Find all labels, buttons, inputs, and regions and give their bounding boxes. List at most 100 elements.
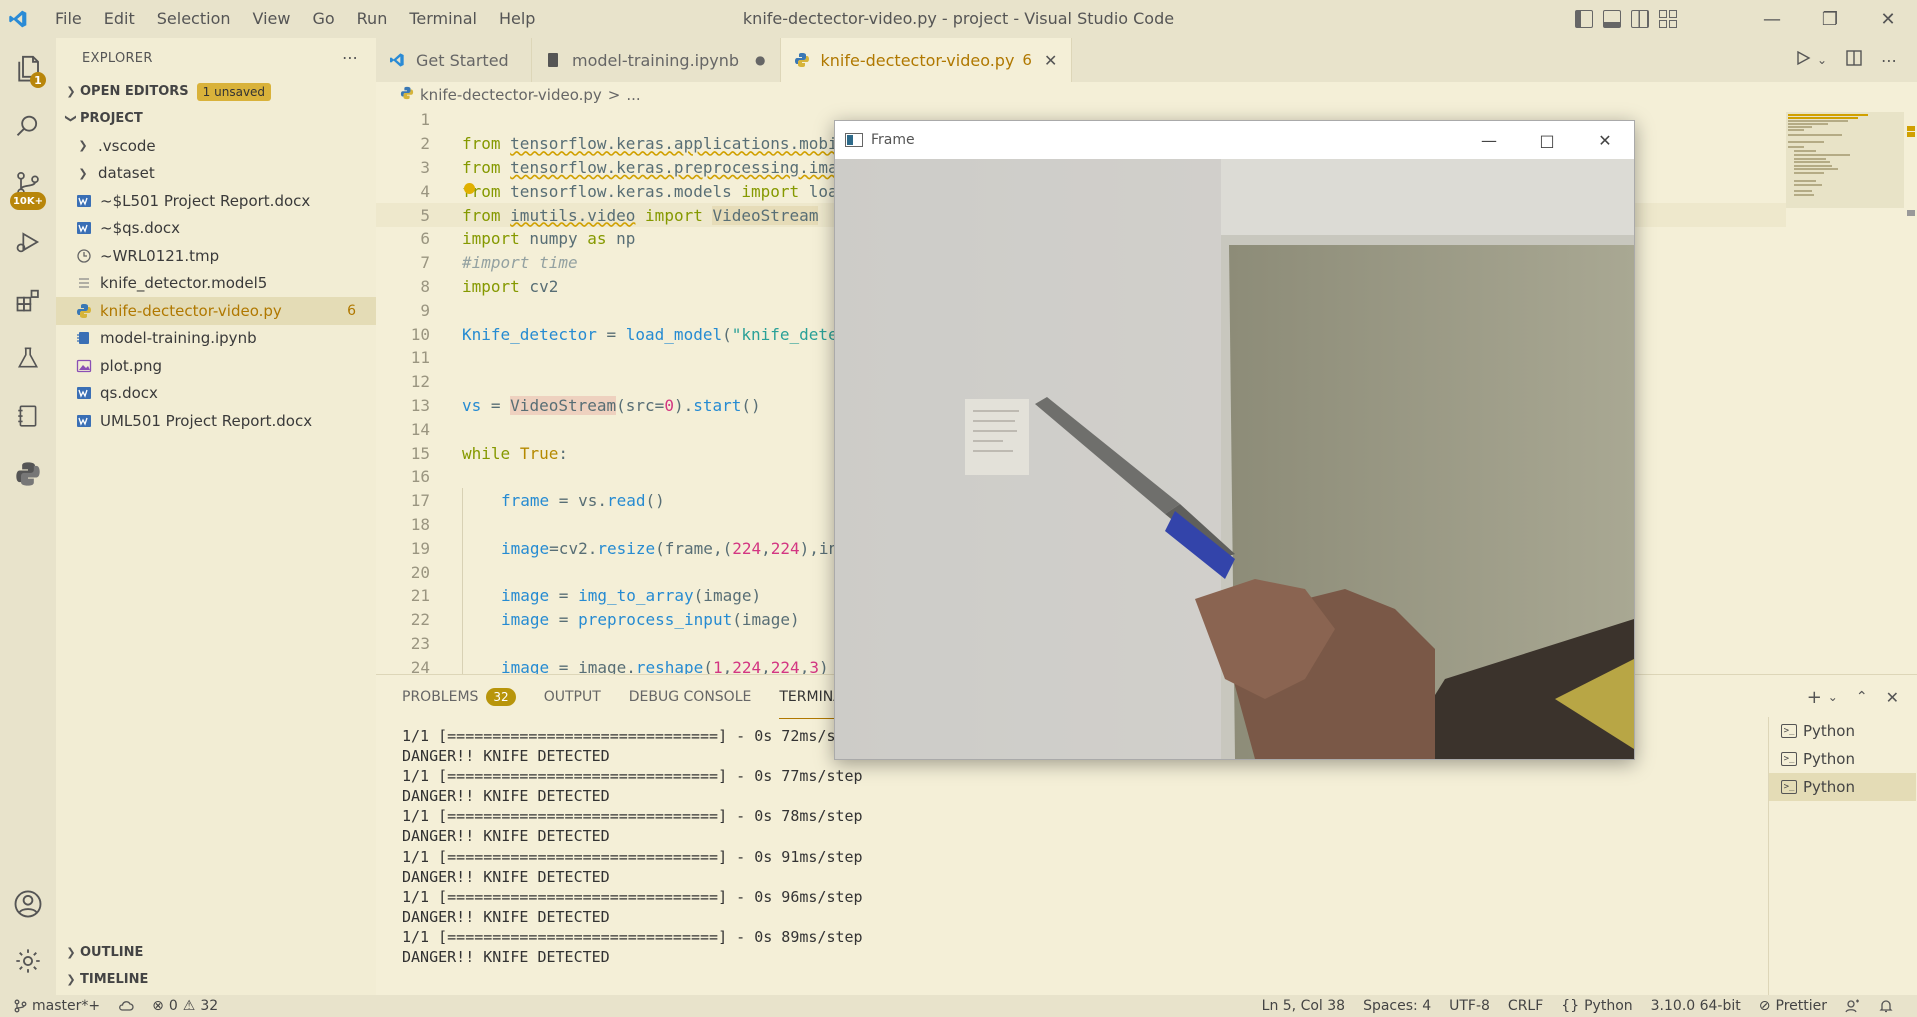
menu-help[interactable]: Help — [488, 0, 546, 38]
opencv-frame-window[interactable]: Frame — □ ✕ — [834, 120, 1635, 760]
sync-status[interactable] — [118, 999, 134, 1013]
tab-problems[interactable]: PROBLEMS 32 — [402, 675, 516, 719]
breadcrumb-file[interactable]: knife-dectector-video.py — [420, 86, 602, 104]
more-actions-icon[interactable]: ⋯ — [1881, 51, 1897, 70]
run-dropdown-chevron-icon[interactable]: ⌄ — [1817, 53, 1827, 67]
terminal-line: 1/1 [==============================] - 0… — [402, 767, 863, 786]
frame-maximize-icon[interactable]: □ — [1518, 121, 1576, 159]
menu-view[interactable]: View — [242, 0, 302, 38]
extensions-icon[interactable] — [0, 272, 56, 328]
explorer-icon[interactable]: 1 — [0, 40, 56, 96]
tab-debug-console[interactable]: DEBUG CONSOLE — [629, 675, 752, 719]
tree-file-knife-video-py[interactable]: knife-dectector-video.py 6 — [56, 297, 376, 325]
terminal-instance[interactable]: >_ Python — [1769, 745, 1916, 773]
accounts-icon[interactable] — [0, 876, 56, 932]
breadcrumb-symbols[interactable]: ... — [626, 86, 640, 104]
menu-file[interactable]: File — [44, 0, 93, 38]
tree-file-qs-temp[interactable]: ~$qs.docx — [56, 215, 376, 243]
tab-get-started[interactable]: Get Started — [376, 38, 532, 82]
notifications-bell-icon[interactable] — [1879, 999, 1893, 1013]
frame-close-icon[interactable]: ✕ — [1576, 121, 1634, 159]
terminal-dropdown-icon[interactable]: ⌄ — [1828, 690, 1838, 704]
toggle-primary-sidebar-icon[interactable] — [1575, 10, 1593, 28]
frame-title: Frame — [871, 132, 915, 148]
search-icon[interactable] — [0, 98, 56, 154]
tree-file-model5[interactable]: knife_detector.model5 — [56, 270, 376, 298]
code-text: frame = vs.read() — [501, 491, 665, 511]
notebook-icon[interactable] — [0, 388, 56, 444]
python-interpreter[interactable]: 3.10.0 64-bit — [1651, 998, 1741, 1014]
menu-selection[interactable]: Selection — [146, 0, 242, 38]
tree-file-plot-png[interactable]: plot.png — [56, 352, 376, 380]
outline-section[interactable]: ❯ OUTLINE — [56, 939, 376, 966]
language-mode[interactable]: {} Python — [1561, 998, 1632, 1014]
line-number: 5 — [420, 205, 430, 225]
status-bar: master*+ ⊗ 0 ⚠ 32 Ln 5, Col 38 Spaces: 4… — [0, 995, 1917, 1017]
tab-knife-video-py[interactable]: knife-dectector-video.py 6 ✕ — [780, 38, 1073, 82]
frame-window-controls: — □ ✕ — [1460, 121, 1634, 159]
restore-icon[interactable]: ❐ — [1801, 0, 1859, 38]
open-editors-section[interactable]: ❯ OPEN EDITORS 1 unsaved — [56, 78, 376, 105]
timeline-section[interactable]: ❯ TIMELINE — [56, 966, 376, 993]
prettier-status[interactable]: ⊘ Prettier — [1759, 998, 1827, 1014]
code-text: while True: — [462, 443, 568, 463]
terminal-output[interactable]: 1/1 [==============================] - 0… — [402, 727, 1782, 968]
terminal-instance-active[interactable]: >_ Python — [1769, 773, 1916, 801]
tab-model-training[interactable]: model-training.ipynb ● — [532, 38, 781, 82]
project-section[interactable]: ❯ PROJECT — [56, 105, 376, 132]
source-control-icon[interactable]: 10K+ — [0, 156, 56, 212]
python-file-icon — [400, 86, 414, 104]
terminal-line: DANGER!! KNIFE DETECTED — [402, 827, 610, 846]
frame-title-bar[interactable]: Frame — □ ✕ — [835, 121, 1634, 159]
frame-minimize-icon[interactable]: — — [1460, 121, 1518, 159]
tree-folder-dataset[interactable]: ❯ dataset — [56, 160, 376, 188]
explorer-badge: 1 — [30, 72, 46, 88]
new-terminal-icon[interactable]: + — [1807, 687, 1822, 708]
tab-close-icon[interactable]: ✕ — [1044, 51, 1057, 70]
minimize-icon[interactable]: — — [1743, 0, 1801, 38]
testing-icon[interactable] — [0, 330, 56, 386]
manage-gear-icon[interactable] — [0, 933, 56, 989]
close-panel-icon[interactable]: ✕ — [1886, 688, 1899, 707]
tree-file-model-training[interactable]: model-training.ipynb — [56, 325, 376, 353]
cursor-position[interactable]: Ln 5, Col 38 — [1262, 998, 1345, 1014]
menu-terminal[interactable]: Terminal — [398, 0, 488, 38]
lightbulb-icon[interactable] — [464, 183, 475, 194]
customize-layout-icon[interactable] — [1659, 10, 1677, 28]
tree-file-qs-docx[interactable]: qs.docx — [56, 380, 376, 408]
problems-status[interactable]: ⊗ 0 ⚠ 32 — [152, 998, 218, 1014]
toggle-secondary-sidebar-icon[interactable] — [1631, 10, 1649, 28]
feedback-icon[interactable] — [1845, 999, 1861, 1013]
menu-run[interactable]: Run — [346, 0, 399, 38]
split-editor-icon[interactable] — [1845, 49, 1863, 71]
tree-folder-vscode[interactable]: ❯ .vscode — [56, 132, 376, 160]
menu-edit[interactable]: Edit — [93, 0, 146, 38]
tree-file-uml-report[interactable]: UML501 Project Report.docx — [56, 407, 376, 435]
encoding[interactable]: UTF-8 — [1449, 998, 1490, 1014]
more-actions-icon[interactable]: ⋯ — [342, 48, 358, 67]
minimap[interactable] — [1786, 108, 1904, 674]
branch-status[interactable]: master*+ — [14, 998, 100, 1014]
menu-go[interactable]: Go — [301, 0, 345, 38]
code-text: #import time — [462, 253, 578, 273]
line-number: 15 — [410, 443, 430, 463]
python-file-icon — [793, 52, 811, 68]
editor-scrollbar[interactable] — [1904, 108, 1917, 674]
close-icon[interactable]: ✕ — [1859, 0, 1917, 38]
terminal-instance[interactable]: >_ Python — [1769, 717, 1916, 745]
tab-output[interactable]: OUTPUT — [544, 675, 601, 719]
status-right: Ln 5, Col 38 Spaces: 4 UTF-8 CRLF {} Pyt… — [1262, 995, 1893, 1017]
run-debug-icon[interactable] — [0, 214, 56, 270]
toggle-panel-icon[interactable] — [1603, 10, 1621, 28]
breadcrumb: knife-dectector-video.py > ... — [400, 84, 641, 106]
run-python-file-icon[interactable] — [1795, 50, 1811, 70]
code-text: image=cv2.resize(frame,(224,224),in — [501, 538, 839, 558]
chevron-down-icon: ❯ — [64, 113, 78, 124]
tree-file-l501-report[interactable]: ~$L501 Project Report.docx — [56, 187, 376, 215]
python-icon[interactable] — [0, 446, 56, 502]
indentation[interactable]: Spaces: 4 — [1363, 998, 1431, 1014]
word-doc-icon — [76, 385, 92, 401]
tree-file-wrl-tmp[interactable]: ~WRL0121.tmp — [56, 242, 376, 270]
end-of-line[interactable]: CRLF — [1508, 998, 1543, 1014]
maximize-panel-icon[interactable]: ⌃ — [1856, 689, 1868, 705]
